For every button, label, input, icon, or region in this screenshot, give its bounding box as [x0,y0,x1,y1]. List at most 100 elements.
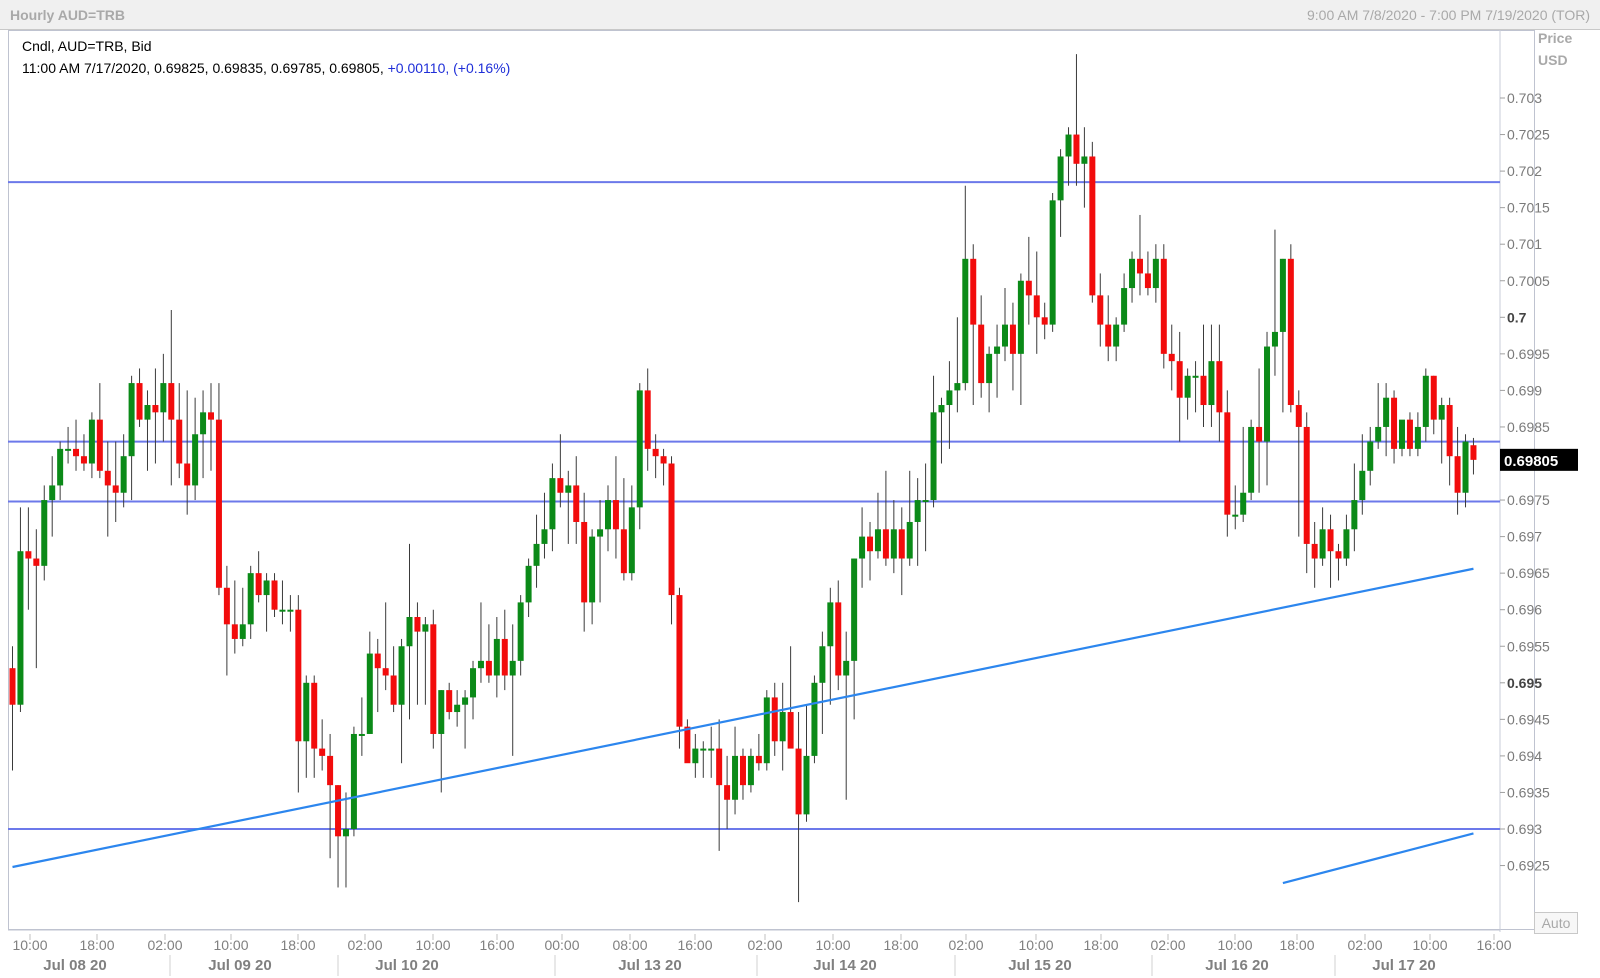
candle-body [771,697,778,742]
y-tick-label: 0.6955 [1507,638,1550,654]
x-date-label: Jul 15 20 [1008,957,1071,974]
ohlc-values: 11:00 AM 7/17/2020, 0.69825, 0.69835, 0.… [22,60,384,76]
candle-body [644,390,651,449]
candle-body [1375,426,1382,442]
candle-body [597,529,604,537]
candle-body [986,353,993,384]
candle-body [88,419,95,464]
y-tick-label: 0.702 [1507,163,1542,179]
candle-body [867,536,874,552]
x-date-label: Jul 10 20 [375,957,438,974]
candle-body [1065,134,1072,157]
candle-body [787,712,794,749]
candle-body [152,405,159,413]
candle-body [200,412,207,435]
candle-body [1248,426,1255,493]
candle-body [192,434,199,486]
candle-body [374,653,381,669]
candle-body [779,712,786,742]
candle-body [470,668,477,698]
candle-body [446,690,453,713]
plot-layer [8,54,1500,903]
candle-body [1073,134,1080,164]
candle-body [1470,445,1477,460]
candle-body [414,617,421,632]
candle-body [1002,324,1008,347]
candle-body [1311,543,1318,559]
y-tick-label: 0.694 [1507,748,1542,764]
candle-body [1168,353,1175,362]
candle-body [978,324,985,384]
candle-body [41,500,48,566]
candle-body [589,536,596,603]
candle-body [1303,426,1310,544]
candle-body [231,624,238,639]
candle-body [906,521,913,559]
candle-body [1422,375,1429,427]
y-tick-label: 0.6995 [1507,346,1550,362]
candle-body [1279,258,1286,332]
candle-body [1271,331,1278,347]
candle-body [898,529,905,559]
candle-body [287,609,294,612]
candle-body [1216,361,1223,413]
candle-body [1462,441,1469,493]
candle-body [485,660,492,676]
candle-body [1192,375,1199,378]
y-tick-label: 0.7 [1507,309,1527,325]
candle-body [279,609,286,612]
candle-body [1240,492,1247,515]
candle-body [342,829,349,837]
candle-body [184,463,191,486]
candle-body [954,383,961,391]
candle-body [311,682,318,749]
candle-body [724,785,731,800]
y-tick-label: 0.695 [1507,675,1542,691]
candle-body [716,748,723,786]
candle-body [255,573,262,596]
price-axis-title: Price [1538,30,1573,46]
candle-body [620,529,627,574]
candle-body [763,697,770,764]
candle-body [295,609,302,742]
candle-body [120,456,127,493]
x-date-label: Jul 09 20 [208,957,271,974]
candlestick-chart[interactable]: 0.703 0.7025 0.702 0.7015 0.701 0.7005 0.7 0.69… [0,0,1600,978]
series-info: Cndl, AUD=TRB, Bid [22,38,152,54]
candle-body [700,748,707,751]
candle-body [732,755,739,800]
candle-body [803,755,810,815]
candle-body [549,478,556,530]
candle-body [335,785,342,837]
candle-body [25,551,32,559]
candle-body [49,485,56,501]
candle-body [1343,529,1350,559]
candle-body [57,448,64,486]
candle-body [263,580,270,596]
candle-body [1359,470,1366,501]
x-date-label: Jul 16 20 [1205,957,1268,974]
candle-body [176,419,183,464]
ohlc-readout: 11:00 AM 7/17/2020, 0.69825, 0.69835, 0.… [22,60,510,76]
candle-body [422,624,429,632]
auto-scale-button[interactable]: Auto [1534,912,1578,934]
candle-body [1208,361,1215,406]
candle-body [914,500,921,522]
candle-body [9,668,16,705]
candle-body [1406,419,1413,449]
candle-body [1446,405,1453,457]
candle-body [843,660,850,676]
candle-body [1319,529,1326,559]
candle-body [652,448,659,457]
candle-body [112,485,119,493]
candle-body [350,733,357,829]
candle-body [1367,441,1374,471]
candle-body [239,624,246,639]
candle-body [612,500,619,530]
candle-body [1287,258,1294,406]
candle-body [1129,258,1136,289]
candle-body [922,500,929,503]
candle-body [811,682,818,756]
candle-body [970,258,977,325]
candle-body [962,258,969,384]
